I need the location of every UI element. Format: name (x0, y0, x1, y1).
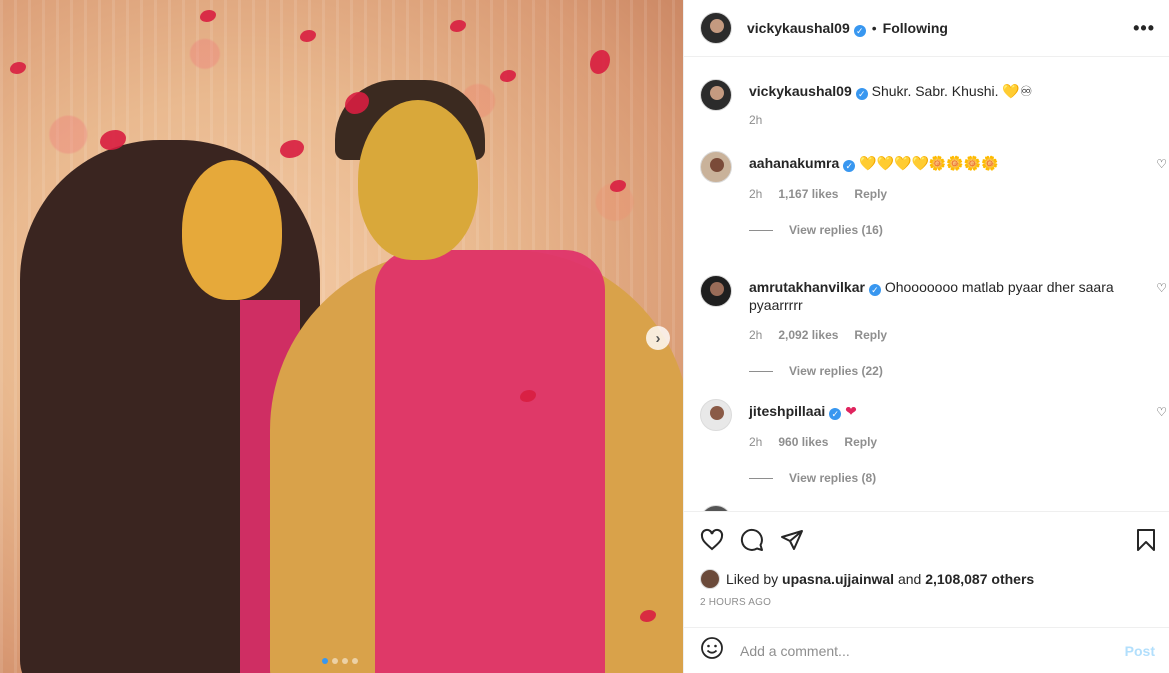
comment-like-heart-icon[interactable]: ♡ (1156, 157, 1167, 171)
carousel-dot (352, 658, 358, 664)
commenter-avatar[interactable] (700, 151, 732, 183)
header-separator: • (871, 20, 877, 36)
verified-badge-icon: ✓ (868, 284, 881, 296)
post-modal: › vickykaushal09 ✓ • Following ••• vickyk (0, 0, 1169, 673)
comment-text: ❤ (845, 403, 857, 419)
carousel-next-button[interactable]: › (646, 326, 670, 350)
caption-time[interactable]: 2h (749, 111, 762, 129)
post-timestamp[interactable]: 2 HOURS AGO (684, 591, 1169, 615)
add-comment-bar: Post (684, 627, 1169, 673)
replies-divider (749, 229, 773, 231)
replies-divider (749, 477, 773, 479)
caption-text: Shukr. Sabr. Khushi. 💛♾ (871, 83, 1033, 99)
verified-badge-icon: ✓ (853, 24, 866, 37)
more-options-icon[interactable]: ••• (1133, 18, 1155, 39)
comments-list[interactable]: vickykaushal09 ✓ Shukr. Sabr. Khushi. 💛♾ … (684, 57, 1169, 511)
heart-icon[interactable] (700, 528, 724, 552)
following-button[interactable]: Following (883, 20, 948, 36)
view-replies-button[interactable]: View replies (22) (749, 362, 1153, 380)
likes-others-link[interactable]: 2,108,087 others (925, 571, 1034, 587)
post-photo[interactable]: › (0, 0, 683, 673)
comment-like-heart-icon[interactable]: ♡ (1156, 281, 1167, 295)
groom-face (358, 100, 478, 260)
commenter-avatar[interactable] (700, 275, 732, 307)
comment-item: amrutakhanvilkar ✓ Ohooooooo matlab pyaar… (700, 275, 1167, 399)
comment-likes[interactable]: 1,167 likes (778, 185, 838, 203)
reply-button[interactable]: Reply (844, 433, 877, 451)
comment-text: ❤❤❤ (849, 509, 884, 511)
comment-time[interactable]: 2h (749, 433, 762, 451)
author-username[interactable]: vickykaushal09 ✓ (747, 20, 866, 37)
bride-face (182, 160, 282, 300)
liker-username[interactable]: upasna.ujjainwal (782, 571, 894, 587)
comment-item: mozezsingh✓ ❤❤❤ ♡ (700, 505, 1153, 511)
post-caption: vickykaushal09 ✓ Shukr. Sabr. Khushi. 💛♾ … (700, 79, 1153, 151)
verified-badge-icon: ✓ (843, 160, 856, 172)
post-comment-button[interactable]: Post (1125, 643, 1155, 659)
comment-username[interactable]: jiteshpillaai ✓ (749, 403, 842, 420)
bookmark-icon[interactable] (1135, 528, 1157, 552)
emoji-icon[interactable] (700, 636, 724, 665)
likes-middle: and (897, 571, 922, 587)
liker-avatar[interactable] (700, 569, 720, 589)
replies-divider (749, 370, 773, 372)
share-icon[interactable] (780, 528, 804, 552)
view-replies-label: View replies (8) (789, 471, 877, 485)
author-avatar[interactable] (700, 79, 732, 111)
comment-time[interactable]: 2h (749, 326, 762, 344)
view-replies-label: View replies (16) (789, 223, 883, 237)
comment-likes[interactable]: 2,092 likes (778, 326, 838, 344)
commenter-avatar[interactable] (700, 505, 732, 511)
author-avatar[interactable] (700, 12, 732, 44)
verified-badge-icon: ✓ (855, 88, 868, 100)
comment-likes[interactable]: 960 likes (778, 433, 828, 451)
reply-button[interactable]: Reply (854, 185, 887, 203)
action-bar (684, 511, 1169, 567)
comment-like-heart-icon[interactable]: ♡ (1156, 405, 1167, 419)
post-header: vickykaushal09 ✓ • Following ••• (684, 0, 1169, 57)
groom-dupatta (375, 250, 605, 673)
comment-username[interactable]: amrutakhanvilkar ✓ (749, 279, 881, 296)
view-replies-button[interactable]: View replies (16) (749, 221, 1153, 239)
view-replies-label: View replies (22) (789, 364, 883, 378)
post-side-panel: vickykaushal09 ✓ • Following ••• vickykau… (683, 0, 1169, 673)
comment-item: aahanakumra ✓ 💛💛💛💛🌼🌼🌼🌼 2h 1,167 likes Rep… (700, 151, 1167, 275)
carousel-dots (322, 658, 358, 664)
reply-button[interactable]: Reply (854, 326, 887, 344)
carousel-dot (332, 658, 338, 664)
comment-icon[interactable] (740, 528, 764, 552)
comment-item: jiteshpillaai ✓ ❤ 2h 960 likes Reply View… (700, 399, 1167, 505)
comment-time[interactable]: 2h (749, 185, 762, 203)
comment-text: 💛💛💛💛🌼🌼🌼🌼 (859, 155, 999, 171)
verified-badge-icon: ✓ (829, 408, 842, 420)
caption-username[interactable]: vickykaushal09 ✓ (749, 83, 868, 100)
carousel-dot (322, 658, 328, 664)
carousel-dot (342, 658, 348, 664)
add-comment-input[interactable] (740, 642, 1125, 659)
chevron-right-icon: › (655, 329, 661, 347)
likes-prefix: Liked by (726, 571, 779, 587)
comment-username[interactable]: mozezsingh✓ (749, 509, 845, 511)
view-replies-button[interactable]: View replies (8) (749, 469, 1153, 487)
comment-username[interactable]: aahanakumra ✓ (749, 155, 856, 172)
likes-summary: Liked by upasna.ujjainwal and 2,108,087 … (684, 567, 1169, 591)
commenter-avatar[interactable] (700, 399, 732, 431)
